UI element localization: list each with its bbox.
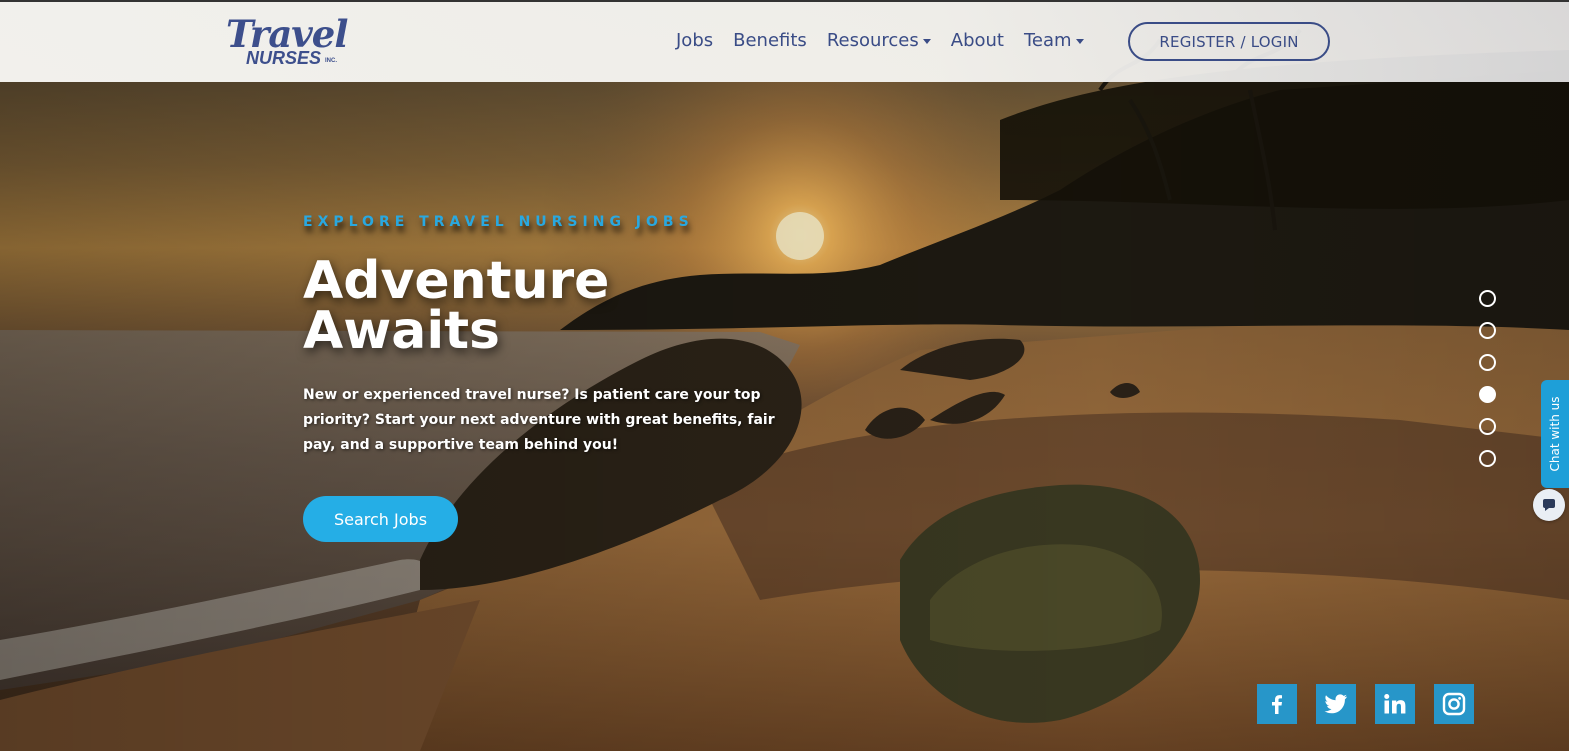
chat-tab-label: Chat with us	[1548, 396, 1562, 472]
slider-dot-2[interactable]	[1479, 322, 1496, 339]
chat-icon	[1543, 499, 1555, 511]
nav-team-label: Team	[1023, 30, 1072, 51]
slider-dots	[1479, 290, 1496, 482]
hero-intro: New or experienced travel nurse? Is pati…	[303, 387, 775, 453]
logo-text-inc: INC.	[325, 58, 337, 64]
nav-about-label: About	[950, 30, 1004, 51]
slider-dot-1[interactable]	[1479, 290, 1496, 307]
slider-dot-6[interactable]	[1479, 450, 1496, 467]
nav-benefits-label: Benefits	[733, 30, 807, 51]
chevron-down-icon	[922, 38, 931, 44]
linkedin-icon[interactable]	[1375, 684, 1415, 724]
chat-bubble-icon[interactable]	[1533, 489, 1565, 521]
nav-about[interactable]: About	[951, 30, 1004, 51]
social-links	[1257, 684, 1474, 724]
hero-eyebrow: EXPLORE TRAVEL NURSING JOBS	[303, 214, 694, 230]
register-login-button[interactable]: REGISTER / LOGIN	[1128, 22, 1330, 61]
hero-headline-line2: Awaits	[303, 301, 501, 361]
nav-resources-label: Resources	[826, 30, 919, 51]
slider-dot-5[interactable]	[1479, 418, 1496, 435]
twitter-icon[interactable]	[1316, 684, 1356, 724]
top-border	[0, 0, 1569, 2]
hero-section: EXPLORE TRAVEL NURSING JOBS Adventure Aw…	[0, 0, 1569, 751]
slider-dot-3[interactable]	[1479, 354, 1496, 371]
nav-resources[interactable]: Resources	[827, 30, 931, 51]
nav-team[interactable]: Team	[1024, 30, 1084, 51]
site-header: Travel NURSES INC. Jobs Benefits Resourc…	[0, 2, 1569, 82]
facebook-icon[interactable]	[1257, 684, 1297, 724]
slider-dot-4[interactable]	[1479, 386, 1496, 403]
hero-overlay	[0, 0, 1569, 751]
hero-headline-line1: Adventure	[303, 251, 610, 311]
logo-text-nurses: NURSES	[246, 48, 322, 68]
nav-jobs-label: Jobs	[676, 30, 714, 51]
hero-headline: Adventure Awaits	[303, 251, 723, 361]
chat-tab[interactable]: Chat with us	[1541, 380, 1569, 488]
travel-nurses-logo[interactable]: Travel NURSES INC.	[224, 12, 364, 72]
chevron-down-icon	[1075, 38, 1084, 44]
search-jobs-button[interactable]: Search Jobs	[303, 496, 458, 542]
instagram-icon[interactable]	[1434, 684, 1474, 724]
nav-jobs[interactable]: Jobs	[676, 30, 713, 51]
nav-benefits[interactable]: Benefits	[733, 30, 807, 51]
main-nav: Jobs Benefits Resources About Team	[676, 30, 1104, 51]
